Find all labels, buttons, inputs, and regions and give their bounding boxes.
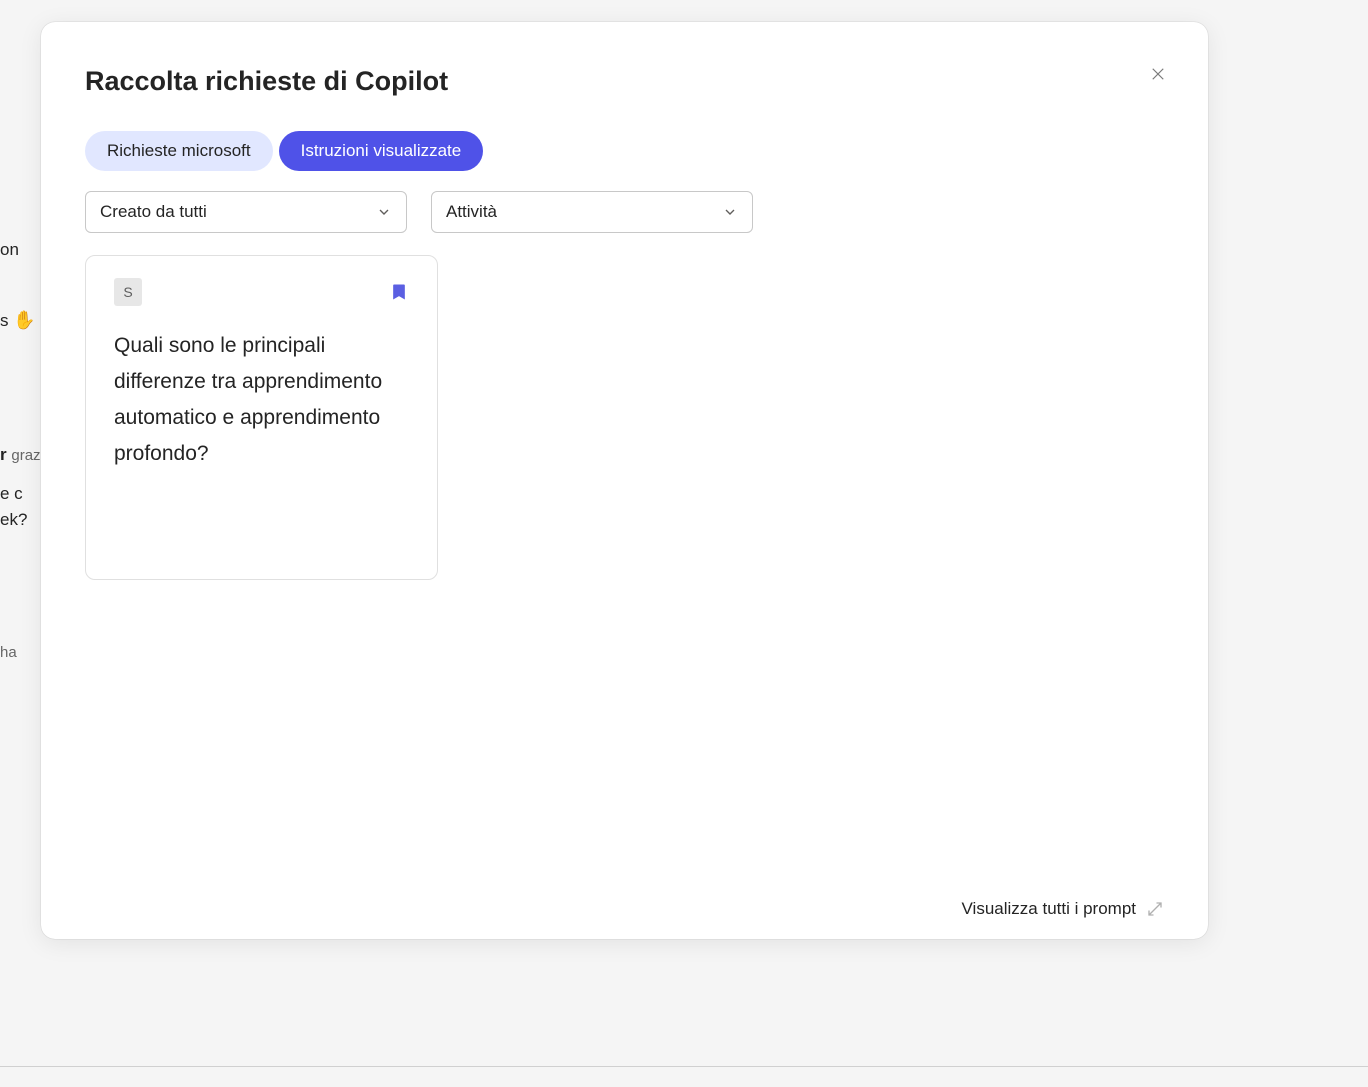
bookmark-icon[interactable] <box>389 281 409 303</box>
tabs: Richieste microsoft Istruzioni visualizz… <box>85 131 1164 171</box>
wave-emoji: ✋ <box>13 310 35 330</box>
card-header: S <box>114 278 409 306</box>
chevron-down-icon <box>376 204 392 220</box>
prompt-card[interactable]: S Quali sono le principali differenze tr… <box>85 255 438 580</box>
tab-displayed-instructions[interactable]: Istruzioni visualizzate <box>279 131 484 171</box>
dropdown-label: Attività <box>446 202 497 222</box>
modal-footer: Visualizza tutti i prompt <box>85 889 1164 919</box>
expand-icon[interactable] <box>1146 900 1164 918</box>
filters-row: Creato da tutti Attività <box>85 191 1164 233</box>
dropdown-created-by[interactable]: Creato da tutti <box>85 191 407 233</box>
dropdown-label: Creato da tutti <box>100 202 207 222</box>
bg-text-fragment: e c <box>0 484 23 504</box>
bg-text-fragment: on <box>0 240 19 260</box>
bottom-divider <box>0 1066 1368 1067</box>
cards-grid: S Quali sono le principali differenze tr… <box>85 255 1164 889</box>
modal-header: Raccolta richieste di Copilot <box>85 66 1164 97</box>
prompt-gallery-modal: Raccolta richieste di Copilot Richieste … <box>41 22 1208 939</box>
bg-text-fragment: ha <box>0 644 17 661</box>
prompt-text: Quali sono le principali differenze tra … <box>114 328 409 472</box>
dropdown-activity[interactable]: Attività <box>431 191 753 233</box>
tab-microsoft-requests[interactable]: Richieste microsoft <box>85 131 273 171</box>
bg-text-fragment: ek? <box>0 510 27 530</box>
avatar: S <box>114 278 142 306</box>
close-button[interactable] <box>1142 58 1174 90</box>
close-icon <box>1149 65 1167 83</box>
bg-text-fragment: s ✋ <box>0 310 36 331</box>
chevron-down-icon <box>722 204 738 220</box>
modal-title: Raccolta richieste di Copilot <box>85 66 448 97</box>
view-all-prompts-link[interactable]: Visualizza tutti i prompt <box>962 899 1136 919</box>
